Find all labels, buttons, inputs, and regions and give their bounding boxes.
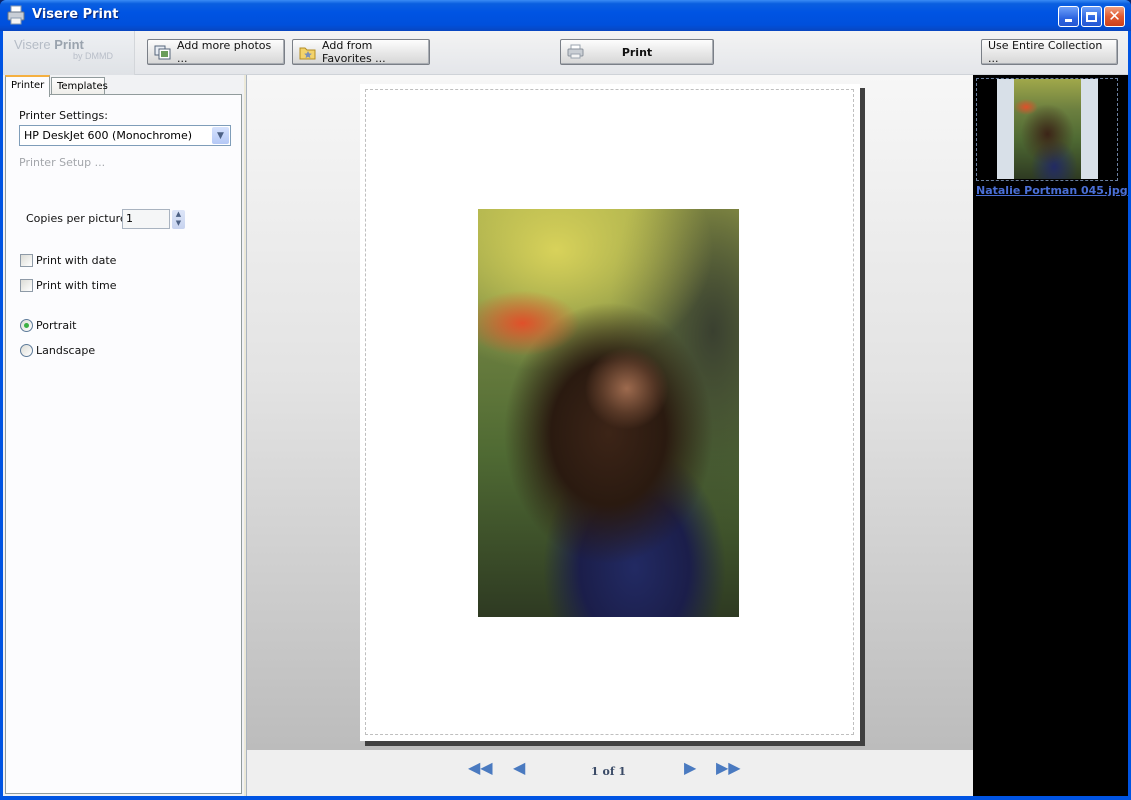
copies-stepper[interactable]: ▲ ▼ bbox=[172, 210, 185, 229]
print-with-time-checkbox[interactable] bbox=[20, 279, 33, 292]
use-entire-collection-label: Use Entire Collection ... bbox=[988, 39, 1103, 65]
print-button[interactable]: Print bbox=[560, 39, 714, 65]
printer-settings-label: Printer Settings: bbox=[19, 109, 108, 122]
window-title: Visere Print bbox=[32, 7, 119, 22]
portrait-radio[interactable] bbox=[20, 319, 33, 332]
last-page-icon[interactable]: ▶▶ bbox=[716, 760, 741, 776]
preview-page bbox=[360, 84, 860, 741]
preview-photo[interactable] bbox=[478, 209, 739, 617]
print-with-time-label[interactable]: Print with time bbox=[36, 279, 117, 292]
thumbnail-item[interactable] bbox=[976, 78, 1118, 181]
app-window: Visere Print ✕ Visere Print by DMMD Add … bbox=[0, 0, 1131, 800]
minimize-button[interactable] bbox=[1058, 6, 1079, 27]
printer-setup-link[interactable]: Printer Setup ... bbox=[19, 156, 105, 169]
first-page-icon[interactable]: ◀◀ bbox=[468, 760, 493, 776]
favorites-folder-icon bbox=[299, 47, 316, 59]
collection-strip: Natalie Portman 045.jpg bbox=[973, 75, 1128, 796]
chevron-up-icon[interactable]: ▲ bbox=[172, 210, 185, 219]
client-area: Visere Print by DMMD Add more photos ...… bbox=[3, 31, 1128, 796]
page-count: 1 of 1 bbox=[591, 765, 627, 778]
chevron-down-icon[interactable]: ▼ bbox=[172, 219, 185, 228]
thumbnail-image bbox=[1014, 79, 1081, 179]
brand-name: Visere Print bbox=[14, 37, 84, 52]
next-page-icon[interactable]: ▶ bbox=[684, 760, 696, 776]
brand-name-light: Visere bbox=[14, 37, 51, 52]
landscape-label[interactable]: Landscape bbox=[36, 344, 95, 357]
copies-input[interactable]: 1 bbox=[122, 209, 170, 229]
printer-select-value: HP DeskJet 600 (Monochrome) bbox=[24, 129, 193, 142]
close-button[interactable]: ✕ bbox=[1104, 6, 1125, 27]
maximize-icon bbox=[1086, 11, 1097, 22]
thumbnail-filename-link[interactable]: Natalie Portman 045.jpg bbox=[976, 184, 1128, 197]
printer-icon bbox=[567, 44, 584, 59]
add-from-favorites-label: Add from Favorites ... bbox=[322, 39, 386, 65]
print-preview-area bbox=[246, 75, 973, 750]
printer-app-icon bbox=[7, 5, 25, 25]
print-with-date-checkbox[interactable] bbox=[20, 254, 33, 267]
printer-tab-panel: Printer Settings: HP DeskJet 600 (Monoch… bbox=[5, 94, 242, 794]
print-with-date-label[interactable]: Print with date bbox=[36, 254, 116, 267]
add-from-favorites-button[interactable]: Add from Favorites ... bbox=[292, 39, 430, 65]
toolbar: Visere Print by DMMD Add more photos ...… bbox=[3, 31, 1128, 75]
settings-panel: Printer Templates Printer Settings: HP D… bbox=[3, 75, 244, 796]
chevron-down-icon[interactable]: ▼ bbox=[212, 127, 229, 144]
add-more-photos-button[interactable]: Add more photos ... bbox=[147, 39, 285, 65]
minimize-icon bbox=[1065, 19, 1072, 22]
thumbnail-frame bbox=[997, 79, 1098, 179]
use-entire-collection-button[interactable]: Use Entire Collection ... bbox=[981, 39, 1118, 65]
maximize-button[interactable] bbox=[1081, 6, 1102, 27]
brand-logo: Visere Print by DMMD bbox=[3, 31, 135, 75]
printer-select[interactable]: HP DeskJet 600 (Monochrome) ▼ bbox=[19, 125, 231, 146]
portrait-label[interactable]: Portrait bbox=[36, 319, 76, 332]
copies-label: Copies per picture: bbox=[26, 212, 131, 225]
brand-name-bold: Print bbox=[54, 37, 84, 52]
title-bar[interactable]: Visere Print ✕ bbox=[0, 0, 1131, 31]
close-icon: ✕ bbox=[1108, 7, 1121, 25]
photos-icon bbox=[154, 45, 171, 59]
page-navigation-bar: ◀◀ ◀ 1 of 1 ▶ ▶▶ bbox=[246, 750, 973, 796]
add-more-photos-label: Add more photos ... bbox=[177, 39, 272, 65]
print-label: Print bbox=[621, 45, 653, 59]
landscape-radio[interactable] bbox=[20, 344, 33, 357]
previous-page-icon[interactable]: ◀ bbox=[513, 760, 525, 776]
tab-printer[interactable]: Printer bbox=[5, 75, 50, 97]
brand-by: by DMMD bbox=[73, 51, 113, 61]
